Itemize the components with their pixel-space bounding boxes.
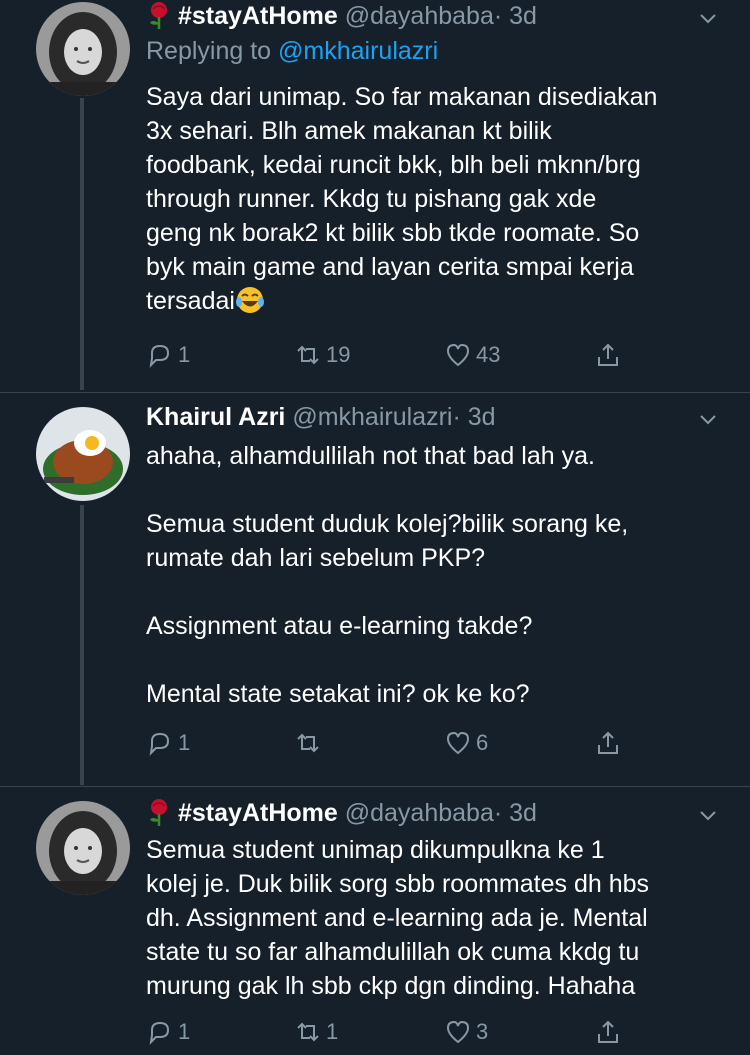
tweet-text: Semua student unimap dikumpulkna ke 1 ko… <box>146 836 650 1000</box>
replying-to-label: Replying to <box>146 37 272 65</box>
like-button[interactable]: 43 <box>444 335 500 375</box>
tweet-text-content: Saya dari unimap. So far makanan disedia… <box>146 83 658 315</box>
reply-icon <box>149 732 170 756</box>
chevron-down-icon[interactable] <box>696 803 720 827</box>
separator-dot: · <box>452 403 461 431</box>
tweet-2[interactable]: Khairul Azri @mkhairulazri· 3d ahaha, al… <box>0 393 750 786</box>
timestamp[interactable]: 3d <box>509 2 537 30</box>
laughing-tears-emoji <box>235 287 264 313</box>
retweet-count: 19 <box>326 342 351 367</box>
share-button[interactable] <box>594 335 626 375</box>
rose-icon <box>150 2 167 29</box>
tweet-1[interactable]: #stayAtHome @dayahbaba· 3d Replying to @… <box>0 0 750 392</box>
heart-icon <box>446 343 470 367</box>
user-handle[interactable]: @dayahbaba <box>345 2 494 30</box>
share-icon <box>598 731 618 754</box>
reply-mention-link[interactable]: @mkhairulazri <box>278 37 438 65</box>
reply-count: 1 <box>178 1019 191 1044</box>
share-button[interactable] <box>594 1012 626 1052</box>
avatar-dayahbaba[interactable] <box>36 2 130 96</box>
tweet-header: #stayAtHome @dayahbaba· 3d <box>146 0 720 32</box>
tweet-actions: 1 1 3 <box>146 1012 666 1052</box>
share-icon <box>598 343 618 366</box>
tweet-header: #stayAtHome @dayahbaba· 3d <box>146 797 720 829</box>
share-icon <box>598 1020 618 1043</box>
retweet-icon <box>297 1022 319 1042</box>
chevron-down-icon[interactable] <box>696 407 720 431</box>
retweet-button[interactable]: 1 <box>294 1012 338 1052</box>
timestamp[interactable]: 3d <box>468 403 496 431</box>
retweet-count: 1 <box>326 1019 339 1044</box>
rose-icon <box>150 799 167 826</box>
separator-dot: · <box>493 2 503 30</box>
reply-icon <box>149 1021 170 1045</box>
reply-count: 1 <box>178 342 191 367</box>
thread-line <box>80 98 84 390</box>
tweet-3[interactable]: #stayAtHome @dayahbaba· 3d Semua student… <box>0 787 750 1055</box>
retweet-button[interactable]: 19 <box>294 335 350 375</box>
replying-to: Replying to @mkhairulazri <box>146 34 720 68</box>
reply-count: 1 <box>178 730 191 755</box>
tweet-actions: 1 6 <box>146 723 666 763</box>
like-count: 43 <box>476 342 501 367</box>
avatar-dayahbaba[interactable] <box>36 801 130 895</box>
like-count: 3 <box>476 1019 489 1044</box>
share-button[interactable] <box>594 723 626 763</box>
reply-button[interactable]: 1 <box>146 1012 190 1052</box>
tweet-actions: 1 19 43 <box>146 335 666 375</box>
display-name[interactable]: #stayAtHome <box>178 799 338 827</box>
reply-button[interactable]: 1 <box>146 723 190 763</box>
reply-icon <box>149 344 170 368</box>
reply-button[interactable]: 1 <box>146 335 190 375</box>
separator-dot: · <box>493 799 503 827</box>
timestamp[interactable]: 3d <box>509 799 537 827</box>
user-handle[interactable]: @mkhairulazri <box>292 403 452 431</box>
avatar-mkhairulazri[interactable] <box>36 407 130 501</box>
chevron-down-icon[interactable] <box>696 6 720 30</box>
tweet-text: Saya dari unimap. So far makanan disedia… <box>146 80 720 318</box>
retweet-button[interactable] <box>294 723 326 763</box>
display-name[interactable]: #stayAtHome <box>178 2 338 30</box>
retweet-icon <box>297 733 319 753</box>
like-button[interactable]: 3 <box>444 1012 488 1052</box>
heart-icon <box>446 1020 470 1044</box>
thread-line <box>80 505 84 785</box>
user-handle[interactable]: @dayahbaba <box>345 799 494 827</box>
like-button[interactable]: 6 <box>444 723 488 763</box>
retweet-icon <box>297 345 319 365</box>
like-count: 6 <box>476 730 489 755</box>
tweet-text: ahaha, alhamdullilah not that bad lah ya… <box>146 442 629 708</box>
display-name[interactable]: Khairul Azri <box>146 403 285 431</box>
tweet-header: Khairul Azri @mkhairulazri· 3d <box>146 401 720 433</box>
heart-icon <box>446 731 470 755</box>
